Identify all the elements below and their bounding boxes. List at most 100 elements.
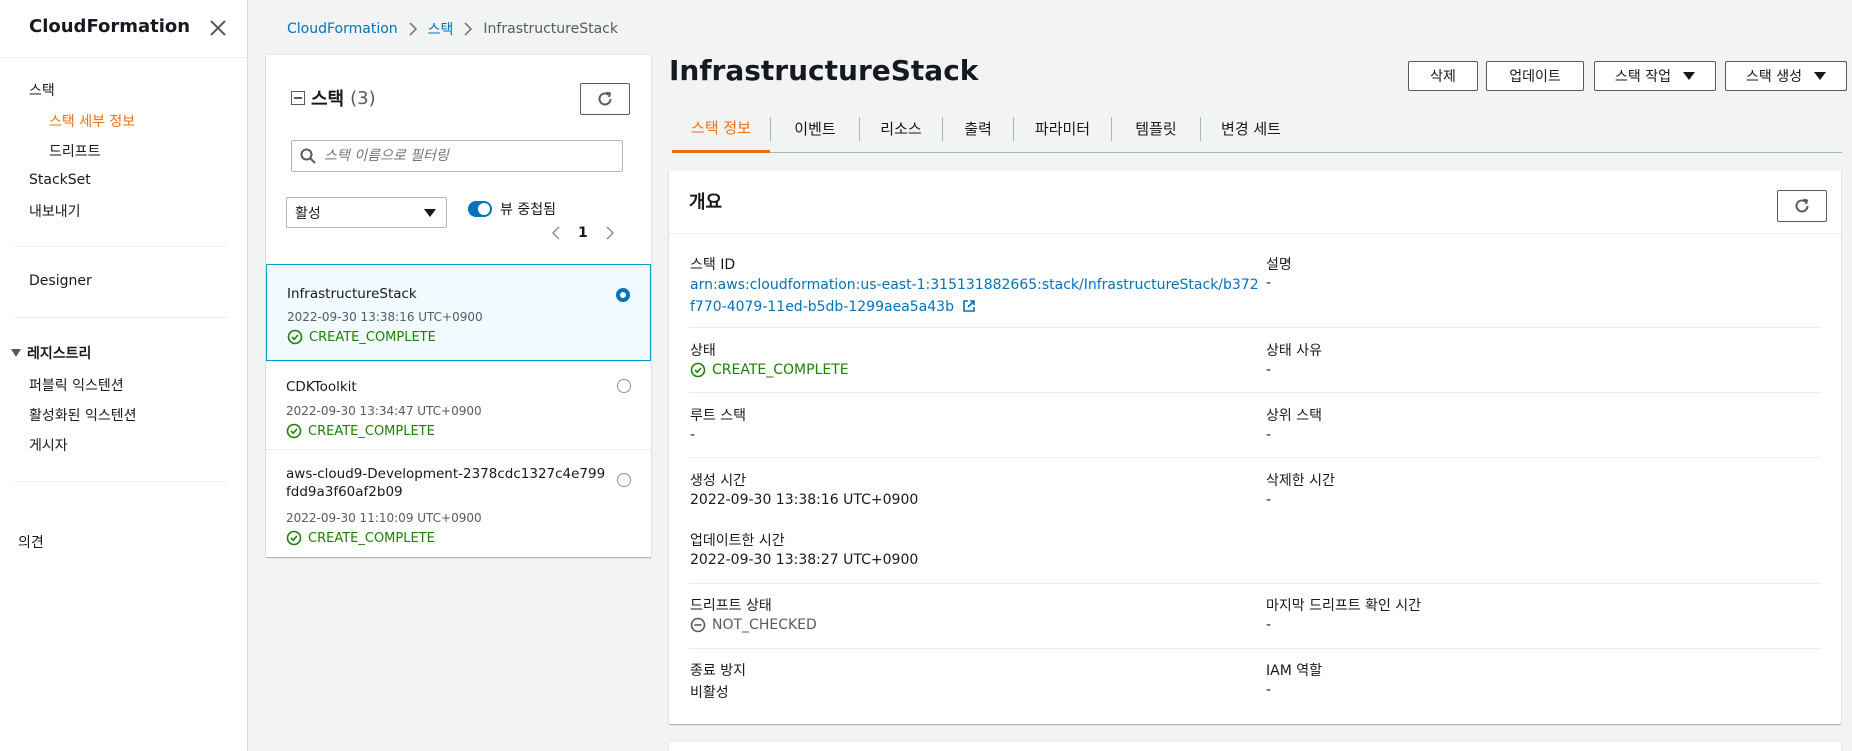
last-drift-check-label: 마지막 드리프트 확인 시간 [1266, 598, 1422, 614]
chevron-right-icon[interactable] [602, 226, 616, 240]
side-navigation: CloudFormation 스택 스택 세부 정보 드리프트 StackSet… [0, 0, 248, 751]
caret-down-icon [11, 349, 21, 357]
stack-name: InfrastructureStack [287, 286, 417, 302]
page-title: InfrastructureStack [669, 54, 979, 87]
overview-title: 개요 [689, 192, 723, 213]
caret-down-icon [1813, 72, 1826, 80]
drift-status-text: NOT_CHECKED [712, 617, 817, 633]
stack-select-radio[interactable] [617, 379, 631, 393]
chevron-right-icon [409, 22, 417, 36]
parent-stack-value: - [1266, 427, 1272, 443]
stack-list-title: 스택 (3) [291, 85, 376, 111]
updated-time-value: 2022-09-30 13:38:27 UTC+0900 [690, 552, 919, 568]
tab-stack-info[interactable]: 스택 정보 [672, 105, 770, 153]
sidebar-item-exports[interactable]: 내보내기 [29, 201, 81, 221]
sidebar-item-designer[interactable]: Designer [29, 273, 92, 289]
termination-protection-label: 종료 방지 [690, 663, 746, 679]
stack-name: CDKToolkit [286, 379, 357, 395]
toggle-switch[interactable] [468, 201, 492, 217]
stack-list-item[interactable]: aws-cloud9-Development-2378cdc1327c4e799… [266, 449, 651, 557]
nested-view-toggle[interactable]: 뷰 중첩됨 [468, 199, 556, 219]
stack-actions-button[interactable]: 스택 작업 [1594, 61, 1716, 91]
toggle-label: 뷰 중첩됨 [500, 202, 556, 218]
stack-name: aws-cloud9-Development-2378cdc1327c4e799… [286, 466, 606, 500]
stack-search-input[interactable] [324, 148, 604, 164]
description-label: 설명 [1266, 257, 1292, 273]
pagination: 1 [550, 225, 616, 241]
stack-count: (3) [350, 87, 376, 109]
tab-events[interactable]: 이벤트 [771, 105, 859, 152]
status-reason-label: 상태 사유 [1266, 343, 1322, 359]
create-stack-label: 스택 생성 [1746, 69, 1802, 85]
caret-down-icon [424, 208, 436, 217]
overview-refresh-button[interactable] [1777, 190, 1827, 222]
stack-status: CREATE_COMPLETE [286, 423, 435, 439]
current-page[interactable]: 1 [578, 225, 588, 241]
sidebar-section-registry[interactable]: 레지스트리 [11, 343, 91, 363]
stack-status: CREATE_COMPLETE [287, 329, 436, 345]
status-value: CREATE_COMPLETE [690, 362, 849, 378]
stack-created-date: 2022-09-30 13:38:16 UTC+0900 [287, 310, 483, 324]
sidebar-item-activated-extensions[interactable]: 활성화된 익스텐션 [29, 405, 137, 425]
not-checked-icon [690, 617, 706, 633]
deleted-time-value: - [1266, 492, 1272, 508]
breadcrumb-cloudformation[interactable]: CloudFormation [287, 21, 398, 37]
stack-created-date: 2022-09-30 13:34:47 UTC+0900 [286, 404, 482, 418]
sidebar-item-public-extensions[interactable]: 퍼블릭 익스텐션 [29, 375, 124, 395]
sidebar-item-stackset[interactable]: StackSet [29, 172, 91, 188]
tab-resources[interactable]: 리소스 [860, 105, 942, 152]
updated-time-label: 업데이트한 시간 [690, 533, 785, 549]
status-label: 상태 [690, 343, 716, 359]
stack-list-refresh-button[interactable] [580, 83, 630, 115]
tab-outputs[interactable]: 출력 [943, 105, 1013, 152]
create-stack-button[interactable]: 스택 생성 [1725, 61, 1847, 91]
status-text: CREATE_COMPLETE [712, 362, 849, 378]
stack-status-filter-select[interactable]: 활성 [286, 197, 447, 228]
created-time-value: 2022-09-30 13:38:16 UTC+0900 [690, 492, 919, 508]
iam-role-value: - [1266, 682, 1272, 698]
update-button[interactable]: 업데이트 [1486, 61, 1584, 91]
stack-actions-label: 스택 작업 [1615, 69, 1671, 85]
overview-panel: 개요 스택 ID arn:aws:cloudformation:us-east-… [669, 170, 1841, 724]
sidebar-item-feedback[interactable]: 의견 [18, 532, 44, 552]
sidebar-item-drift[interactable]: 드리프트 [49, 141, 101, 161]
tab-parameters[interactable]: 파라미터 [1014, 105, 1111, 152]
stack-select-radio[interactable] [616, 288, 630, 302]
sidebar-item-publishers[interactable]: 게시자 [29, 435, 68, 455]
stack-detail-tabs: 스택 정보 이벤트 리소스 출력 파라미터 템플릿 변경 세트 [672, 105, 1842, 153]
success-icon [286, 423, 302, 439]
collapse-icon[interactable] [291, 91, 305, 105]
refresh-icon [1795, 198, 1809, 213]
caret-down-icon [1682, 72, 1695, 80]
stack-list-item[interactable]: InfrastructureStack 2022-09-30 13:38:16 … [266, 264, 651, 361]
breadcrumb-stacks[interactable]: 스택 [428, 19, 454, 39]
chevron-left-icon[interactable] [550, 226, 564, 240]
external-link-icon [963, 300, 976, 312]
sidebar-item-stack-details[interactable]: 스택 세부 정보 [49, 111, 135, 131]
tab-template[interactable]: 템플릿 [1112, 105, 1200, 152]
stack-id-label: 스택 ID [690, 257, 736, 273]
stack-list-item[interactable]: CDKToolkit 2022-09-30 13:34:47 UTC+0900 … [266, 361, 651, 449]
refresh-icon [598, 91, 612, 106]
sidebar-title[interactable]: CloudFormation [29, 16, 190, 37]
sidebar-divider [15, 481, 227, 482]
sidebar-divider [15, 317, 227, 318]
sidebar-header: CloudFormation [0, 0, 247, 58]
stack-id-link[interactable]: arn:aws:cloudformation:us-east-1:3151318… [690, 274, 1260, 318]
tab-change-sets[interactable]: 변경 세트 [1201, 105, 1301, 152]
row-divider [689, 327, 1821, 328]
filter-selected-value: 활성 [295, 205, 321, 222]
close-icon[interactable] [206, 16, 230, 40]
parent-stack-label: 상위 스택 [1266, 408, 1322, 424]
sidebar-item-stacks[interactable]: 스택 [29, 80, 55, 100]
success-icon [287, 329, 303, 345]
stack-status-text: CREATE_COMPLETE [308, 423, 435, 439]
root-stack-label: 루트 스택 [690, 408, 746, 424]
success-icon [286, 530, 302, 546]
delete-button[interactable]: 삭제 [1408, 61, 1478, 91]
sidebar-divider [15, 246, 227, 247]
stack-select-radio[interactable] [617, 473, 631, 487]
row-divider [689, 392, 1821, 393]
next-panel-edge [669, 742, 1841, 751]
row-divider [689, 583, 1821, 584]
